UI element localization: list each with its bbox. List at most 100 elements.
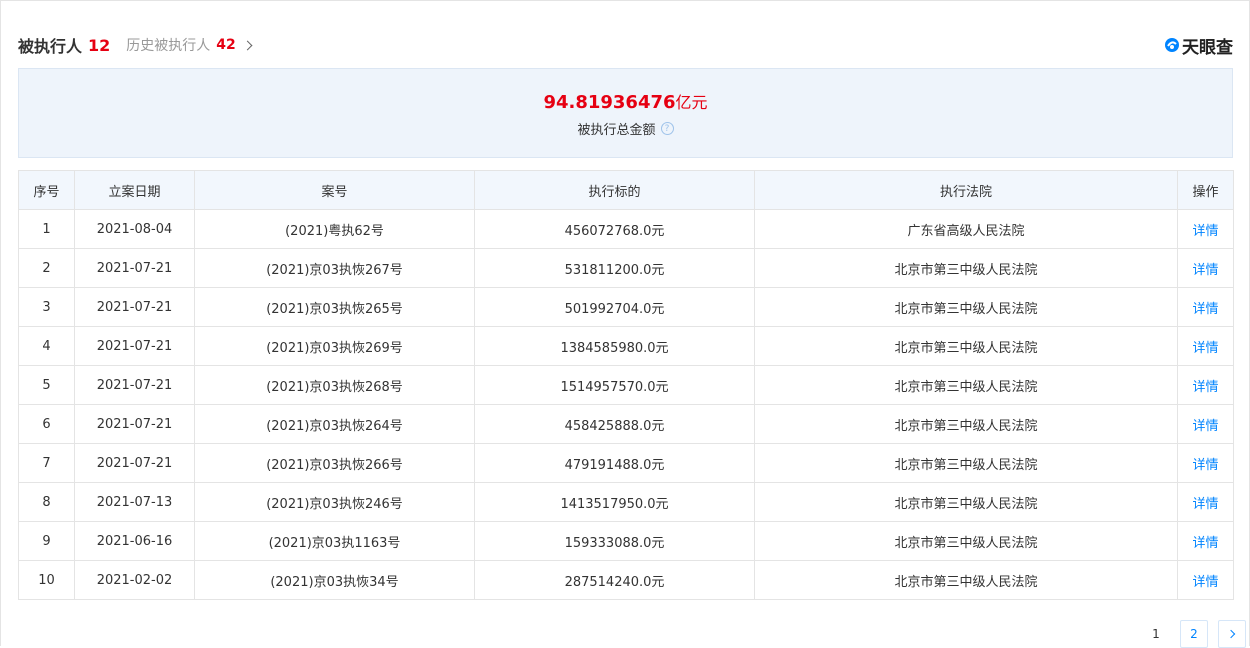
- detail-link[interactable]: 详情: [1177, 482, 1234, 522]
- col-case-number: 案号: [194, 170, 475, 210]
- detail-link[interactable]: 详情: [1177, 404, 1234, 444]
- detail-link[interactable]: 详情: [1177, 326, 1234, 366]
- row-court: 广东省高级人民法院: [754, 209, 1178, 249]
- row-amount: 479191488.0元: [474, 443, 755, 483]
- table-row: 4 2021-07-21 (2021)京03执恢269号 1384585980.…: [18, 326, 1234, 366]
- logo-text: 天眼查: [1182, 37, 1233, 58]
- row-date: 2021-07-13: [74, 482, 195, 522]
- row-case-number: (2021)京03执恢267号: [194, 248, 475, 288]
- row-date: 2021-07-21: [74, 443, 195, 483]
- total-amount-value: 94.81936476: [543, 92, 676, 113]
- section-title: 被执行人: [18, 37, 83, 56]
- row-amount: 1514957570.0元: [474, 365, 755, 405]
- row-date: 2021-08-04: [74, 209, 195, 249]
- row-date: 2021-02-02: [74, 560, 195, 600]
- detail-link[interactable]: 详情: [1177, 521, 1234, 561]
- row-amount: 501992704.0元: [474, 287, 755, 327]
- row-court: 北京市第三中级人民法院: [754, 560, 1178, 600]
- detail-link[interactable]: 详情: [1177, 560, 1234, 600]
- page-2-button[interactable]: 2: [1180, 620, 1208, 648]
- row-case-number: (2021)京03执恢246号: [194, 482, 475, 522]
- section-header: 被执行人 12 历史被执行人 42 天眼查: [18, 30, 1233, 60]
- help-icon[interactable]: ?: [660, 122, 674, 135]
- row-amount: 1413517950.0元: [474, 482, 755, 522]
- row-court: 北京市第三中级人民法院: [754, 404, 1178, 444]
- row-amount: 159333088.0元: [474, 521, 755, 561]
- row-case-number: (2021)粤执62号: [194, 209, 475, 249]
- row-court: 北京市第三中级人民法院: [754, 521, 1178, 561]
- row-date: 2021-07-21: [74, 326, 195, 366]
- row-index: 1: [18, 209, 75, 249]
- logo-icon: [1165, 38, 1179, 52]
- row-index: 5: [18, 365, 75, 405]
- row-case-number: (2021)京03执恢269号: [194, 326, 475, 366]
- total-amount-label-text: 被执行总金额: [577, 123, 656, 138]
- detail-link[interactable]: 详情: [1177, 287, 1234, 327]
- row-index: 2: [18, 248, 75, 288]
- history-label: 历史被执行人: [126, 38, 211, 54]
- history-executee-link[interactable]: 历史被执行人 42: [126, 35, 253, 55]
- row-court: 北京市第三中级人民法院: [754, 287, 1178, 327]
- col-amount: 执行标的: [474, 170, 755, 210]
- table-row: 5 2021-07-21 (2021)京03执恢268号 1514957570.…: [18, 365, 1234, 405]
- tianyancha-logo: 天眼查: [1164, 33, 1233, 58]
- col-court: 执行法院: [754, 170, 1178, 210]
- table-row: 3 2021-07-21 (2021)京03执恢265号 501992704.0…: [18, 287, 1234, 327]
- row-amount: 456072768.0元: [474, 209, 755, 249]
- row-date: 2021-07-21: [74, 404, 195, 444]
- col-action: 操作: [1177, 170, 1234, 210]
- col-index: 序号: [18, 170, 75, 210]
- table-row: 10 2021-02-02 (2021)京03执恢34号 287514240.0…: [18, 560, 1234, 600]
- row-case-number: (2021)京03执恢34号: [194, 560, 475, 600]
- row-index: 4: [18, 326, 75, 366]
- total-amount-label: 被执行总金额 ?: [19, 119, 1232, 138]
- row-case-number: (2021)京03执恢268号: [194, 365, 475, 405]
- table-row: 9 2021-06-16 (2021)京03执1163号 159333088.0…: [18, 521, 1234, 561]
- page-current: 1: [1152, 627, 1160, 641]
- detail-link[interactable]: 详情: [1177, 443, 1234, 483]
- row-index: 3: [18, 287, 75, 327]
- row-case-number: (2021)京03执恢266号: [194, 443, 475, 483]
- table-row: 2 2021-07-21 (2021)京03执恢267号 531811200.0…: [18, 248, 1234, 288]
- row-court: 北京市第三中级人民法院: [754, 482, 1178, 522]
- executee-count: 12: [88, 35, 111, 55]
- table-header-row: 序号 立案日期 案号 执行标的 执行法院 操作: [18, 170, 1234, 210]
- row-index: 6: [18, 404, 75, 444]
- row-amount: 458425888.0元: [474, 404, 755, 444]
- detail-link[interactable]: 详情: [1177, 365, 1234, 405]
- pagination: 1 2: [1132, 620, 1246, 648]
- execution-table: 序号 立案日期 案号 执行标的 执行法院 操作 1 2021-08-04 (20…: [18, 170, 1234, 600]
- detail-link[interactable]: 详情: [1177, 248, 1234, 288]
- row-court: 北京市第三中级人民法院: [754, 248, 1178, 288]
- row-date: 2021-06-16: [74, 521, 195, 561]
- next-page-button[interactable]: [1218, 620, 1246, 648]
- row-court: 北京市第三中级人民法院: [754, 326, 1178, 366]
- row-amount: 287514240.0元: [474, 560, 755, 600]
- row-case-number: (2021)京03执恢264号: [194, 404, 475, 444]
- row-date: 2021-07-21: [74, 248, 195, 288]
- row-amount: 531811200.0元: [474, 248, 755, 288]
- row-amount: 1384585980.0元: [474, 326, 755, 366]
- chevron-right-icon: [242, 40, 253, 50]
- total-amount: 94.81936476亿元: [19, 89, 1232, 113]
- row-court: 北京市第三中级人民法院: [754, 365, 1178, 405]
- chevron-right-icon: [1226, 629, 1235, 639]
- row-index: 10: [18, 560, 75, 600]
- table-row: 6 2021-07-21 (2021)京03执恢264号 458425888.0…: [18, 404, 1234, 444]
- table-row: 7 2021-07-21 (2021)京03执恢266号 479191488.0…: [18, 443, 1234, 483]
- table-row: 1 2021-08-04 (2021)粤执62号 456072768.0元 广东…: [18, 209, 1234, 249]
- total-amount-unit: 亿元: [675, 93, 708, 112]
- history-count: 42: [216, 37, 236, 53]
- row-index: 8: [18, 482, 75, 522]
- row-case-number: (2021)京03执恢265号: [194, 287, 475, 327]
- table-row: 8 2021-07-13 (2021)京03执恢246号 1413517950.…: [18, 482, 1234, 522]
- row-date: 2021-07-21: [74, 287, 195, 327]
- row-index: 9: [18, 521, 75, 561]
- row-date: 2021-07-21: [74, 365, 195, 405]
- detail-link[interactable]: 详情: [1177, 209, 1234, 249]
- summary-box: 94.81936476亿元 被执行总金额 ?: [18, 68, 1233, 158]
- col-date: 立案日期: [74, 170, 195, 210]
- row-index: 7: [18, 443, 75, 483]
- row-court: 北京市第三中级人民法院: [754, 443, 1178, 483]
- row-case-number: (2021)京03执1163号: [194, 521, 475, 561]
